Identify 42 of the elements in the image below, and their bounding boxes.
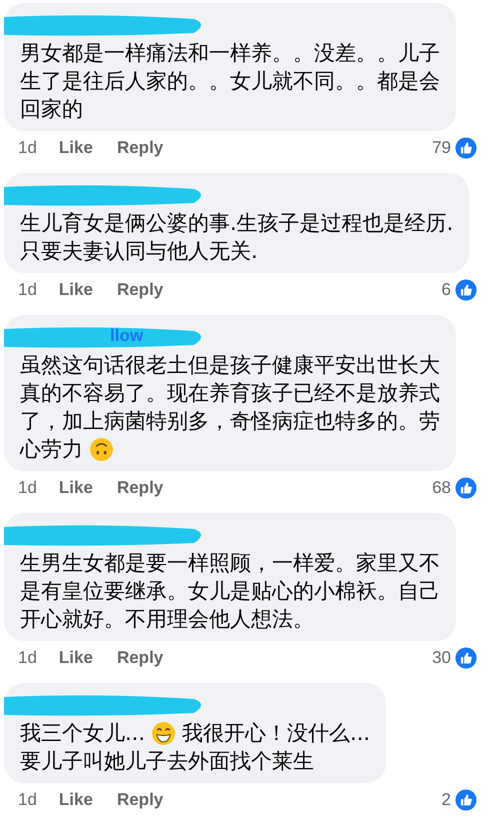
reaction-count: 30: [432, 648, 451, 668]
reply-link[interactable]: Reply: [116, 280, 164, 300]
upside-down-face-icon: [89, 436, 114, 462]
reaction-count: 79: [432, 138, 451, 158]
thumbs-up-icon[interactable]: [455, 647, 477, 669]
reply-link[interactable]: Reply: [116, 648, 164, 668]
comment-text: 开心就好。不用理会他人想法。: [20, 606, 314, 633]
comment-time: 1d: [18, 478, 37, 498]
reaction-count: 2: [442, 790, 451, 810]
comment-time: 1d: [18, 138, 37, 158]
reply-link[interactable]: Reply: [116, 790, 164, 810]
comment-text: 是有皇位要继承。女儿是贴心的小棉袄。自己: [20, 578, 440, 605]
comment-text: 我三个女儿...: [20, 720, 146, 747]
comment-text: 要儿子叫她儿子去外面找个莱生: [20, 748, 314, 775]
like-link[interactable]: Like: [58, 478, 93, 498]
like-link[interactable]: Like: [58, 138, 93, 158]
comment-text: 生儿育女是俩公婆的事.生孩子是过程也是经历.: [20, 210, 454, 237]
reply-link[interactable]: Reply: [116, 478, 164, 498]
comment-text: 生了是往后人家的。。女儿就不同。。都是会: [20, 68, 440, 95]
comment-text: 生男生女都是要一样照顾，一样爱。家里又不: [20, 550, 440, 577]
like-link[interactable]: Like: [58, 280, 93, 300]
comment-text: 男女都是一样痛法和一样养。。没差。。儿子: [20, 40, 440, 67]
thumbs-up-icon[interactable]: [455, 789, 477, 811]
comment-time: 1d: [18, 280, 37, 300]
reaction-count: 6: [442, 280, 451, 300]
reaction-count: 68: [432, 478, 451, 498]
comment-text: 我很开心！没什么...: [182, 720, 370, 747]
like-link[interactable]: Like: [58, 648, 93, 668]
comment-text: 虽然这句话很老土但是孩子健康平安出世长大: [20, 352, 440, 379]
comment-text: 了，加上病菌特别多，奇怪病症也特多的。劳: [20, 408, 440, 435]
comment-text: 只要夫妻认同与他人无关.: [20, 238, 258, 265]
thumbs-up-icon[interactable]: [455, 279, 477, 301]
comment-time: 1d: [18, 790, 37, 810]
thumbs-up-icon[interactable]: [455, 137, 477, 159]
comment-time: 1d: [18, 648, 37, 668]
comment-text: 真的不容易了。现在养育孩子已经不是放养式: [20, 380, 440, 407]
thumbs-up-icon[interactable]: [455, 477, 477, 499]
comment-text: 心劳力: [20, 436, 83, 463]
like-link[interactable]: Like: [58, 790, 93, 810]
grinning-face-icon: [151, 720, 176, 746]
reply-link[interactable]: Reply: [116, 138, 164, 158]
comment-text: 回家的: [20, 96, 83, 123]
